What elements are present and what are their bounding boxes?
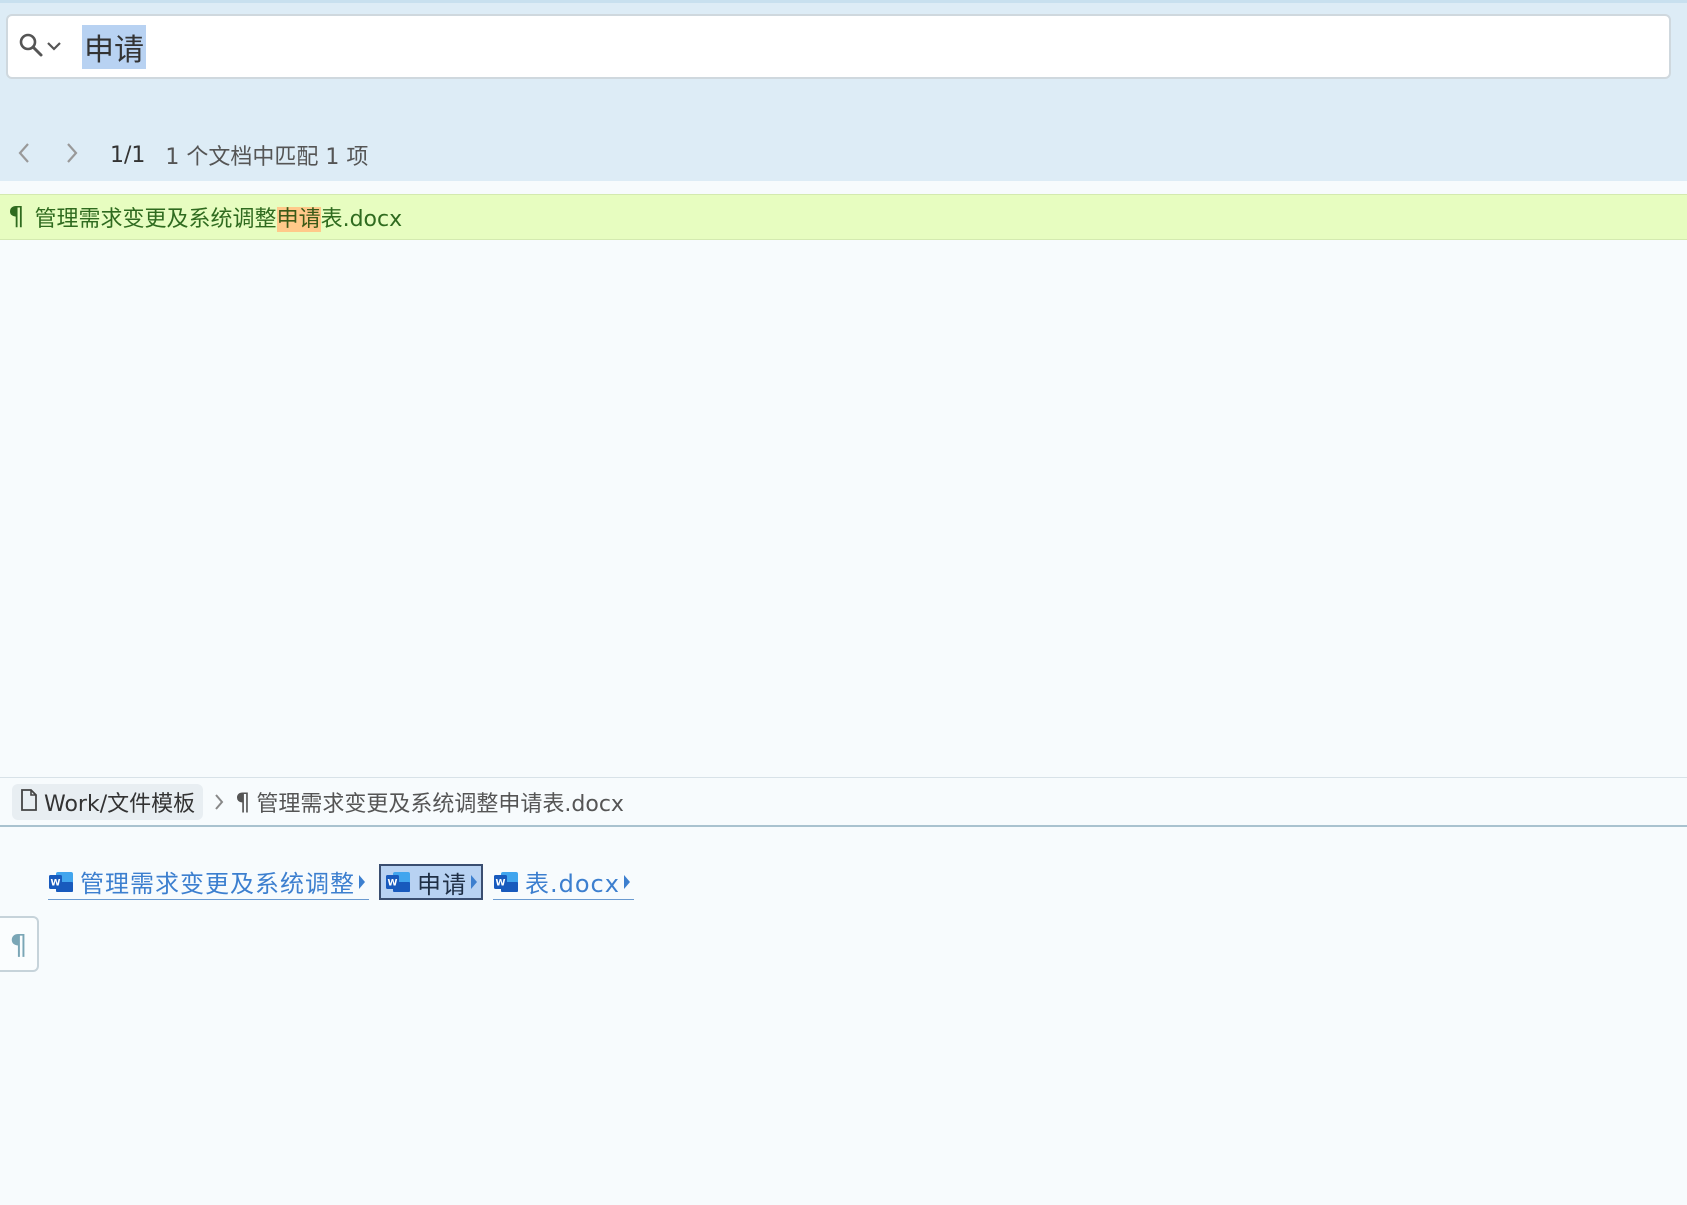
search-icon <box>18 32 44 62</box>
next-result-button[interactable] <box>48 135 96 175</box>
breadcrumb-folder[interactable]: Work/文件模板 <box>12 783 204 820</box>
chevron-down-icon <box>46 37 62 56</box>
search-options-button[interactable] <box>18 27 74 67</box>
segment-caret-icon <box>471 875 477 889</box>
paragraph-marks-toggle[interactable]: ¶ <box>0 916 39 972</box>
document-title-line: W 管理需求变更及系统调整 W 申请 W 表.docx <box>48 864 634 900</box>
segment-caret-icon <box>359 874 365 889</box>
search-panel: 申请 1/1 1 个文档中匹配 1 项 <box>0 0 1687 181</box>
svg-text:W: W <box>51 878 61 888</box>
search-result-item[interactable]: ¶ 管理需求变更及系统调整申请表.docx <box>0 194 1687 240</box>
chevron-left-icon <box>17 142 31 168</box>
document-segment[interactable]: W 管理需求变更及系统调整 <box>48 864 369 900</box>
result-match-highlight: 申请 <box>276 207 321 232</box>
chevron-right-icon <box>65 142 79 168</box>
search-input[interactable]: 申请 <box>82 24 146 69</box>
file-icon <box>20 788 38 815</box>
segment-caret-icon <box>623 874 630 889</box>
prev-result-button[interactable] <box>0 135 48 175</box>
result-summary: 1 个文档中匹配 1 项 <box>165 145 369 170</box>
svg-text:W: W <box>388 879 398 889</box>
search-box[interactable]: 申请 <box>6 14 1671 79</box>
svg-text:W: W <box>496 878 506 888</box>
document-segment[interactable]: W 表.docx <box>493 864 634 900</box>
result-navigation: 1/1 1 个文档中匹配 1 项 <box>0 135 1687 175</box>
pilcrow-icon: ¶ <box>235 787 251 816</box>
word-document-icon: W <box>493 870 519 894</box>
pilcrow-icon: ¶ <box>8 202 25 232</box>
pilcrow-icon: ¶ <box>9 927 28 961</box>
result-text: 管理需求变更及系统调整申请表.docx <box>34 207 403 232</box>
word-document-icon: W <box>385 870 411 894</box>
result-position: 1/1 <box>110 142 146 168</box>
word-document-icon: W <box>48 870 74 894</box>
document-segment-active[interactable]: W 申请 <box>379 864 483 900</box>
breadcrumb-file[interactable]: ¶ 管理需求变更及系统调整申请表.docx <box>235 786 624 818</box>
breadcrumb: Work/文件模板 ¶ 管理需求变更及系统调整申请表.docx <box>0 777 1687 827</box>
chevron-right-icon <box>213 793 225 811</box>
